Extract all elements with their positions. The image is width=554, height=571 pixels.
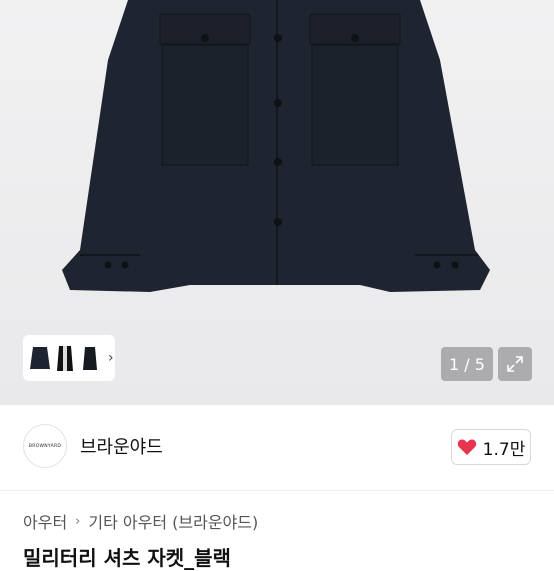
breadcrumb: 아우터 › 기타 아우터 (브라운야드) xyxy=(23,509,258,533)
heart-icon xyxy=(457,439,476,455)
like-button[interactable]: 1.7만 xyxy=(451,429,531,465)
product-title: 밀리터리 셔츠 자켓_블랙 xyxy=(23,546,231,570)
jacket-front-thumb[interactable] xyxy=(29,343,51,373)
jacket-side-thumb[interactable] xyxy=(79,343,101,373)
jacket-open-thumb[interactable] xyxy=(54,343,76,373)
thumbnail-strip[interactable]: › xyxy=(23,335,115,381)
seller-logo[interactable]: BROWNYARD xyxy=(23,424,67,468)
chevron-right-icon: › xyxy=(75,513,81,529)
expand-icon[interactable] xyxy=(498,347,532,381)
chevron-right-icon[interactable]: › xyxy=(108,350,114,366)
seller-logo-text: BROWNYARD xyxy=(28,443,62,449)
image-counter: 1 / 5 xyxy=(441,347,493,381)
divider xyxy=(0,490,554,491)
like-count: 1.7만 xyxy=(482,439,526,460)
product-image-gallery[interactable]: › 1 / 5 xyxy=(0,0,554,405)
breadcrumb-item-other-outer[interactable]: 기타 아우터 (브라운야드) xyxy=(88,509,258,533)
breadcrumb-item-outer[interactable]: 아우터 xyxy=(23,509,67,533)
seller-name[interactable]: 브라운야드 xyxy=(80,433,163,459)
seller-row: BROWNYARD 브라운야드 1.7만 xyxy=(0,405,554,490)
